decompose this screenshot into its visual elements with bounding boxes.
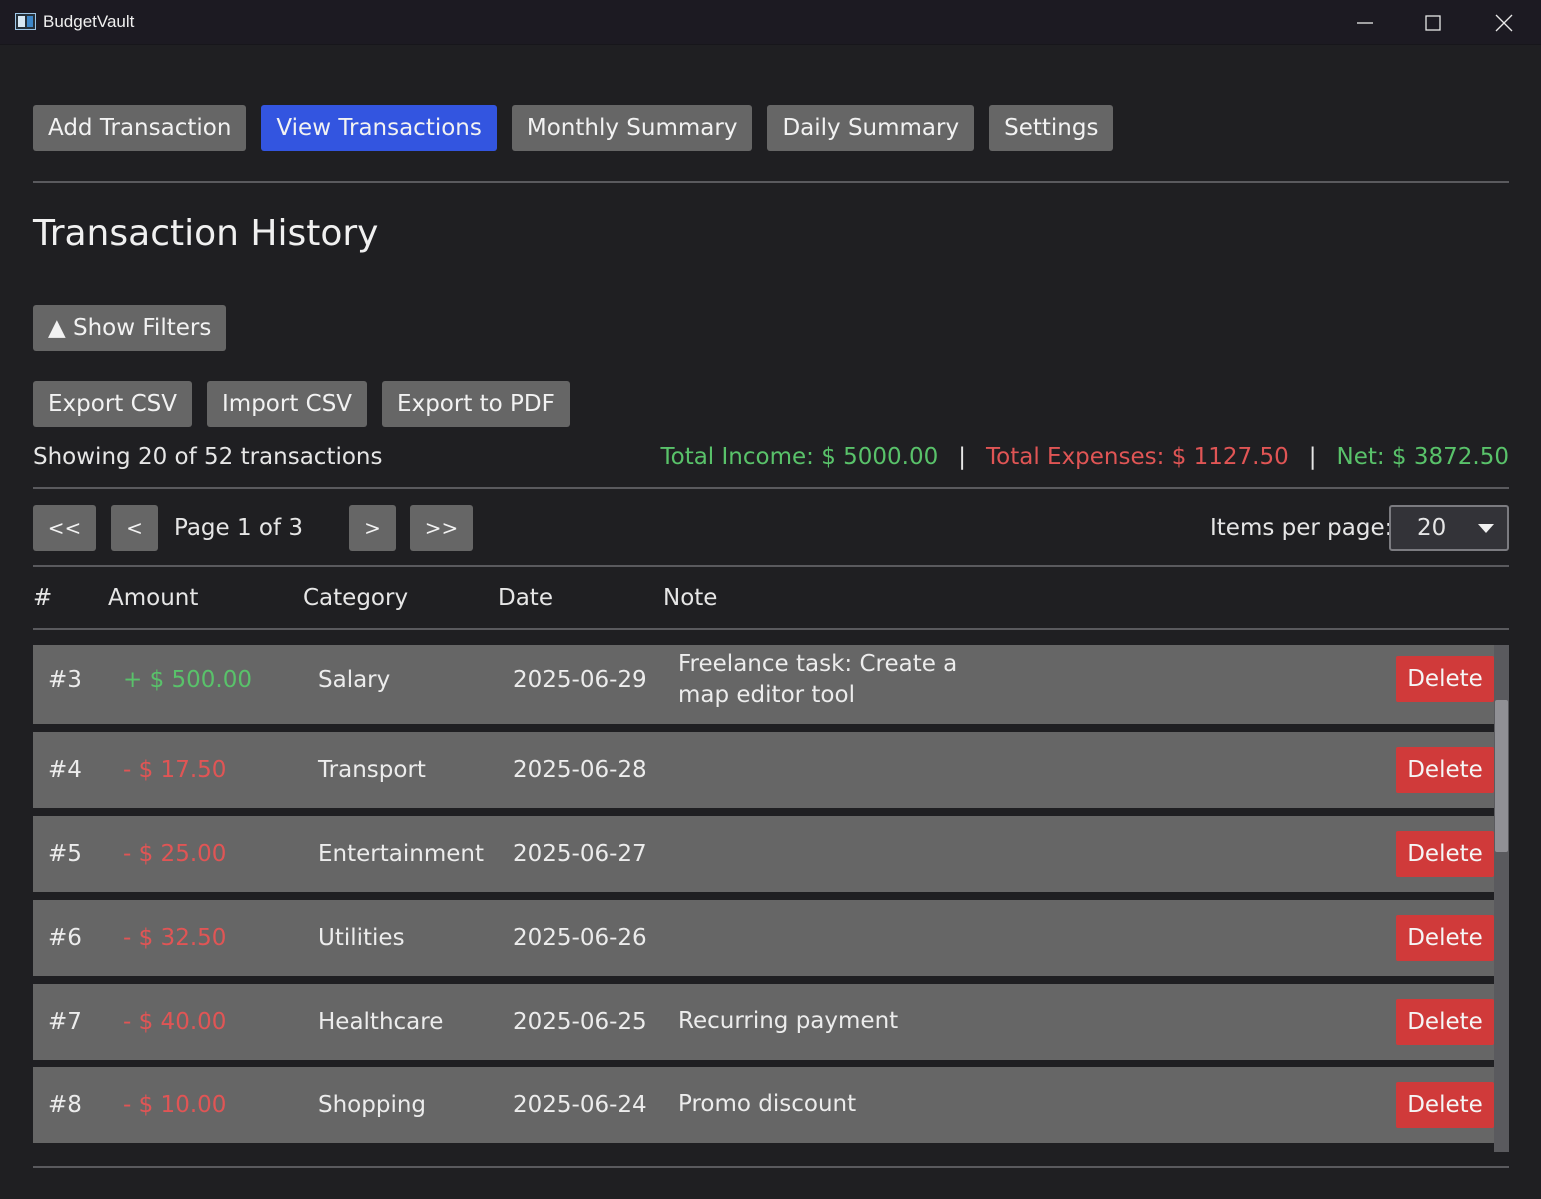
nav-settings-button[interactable]: Settings — [989, 105, 1114, 151]
nav-monthly-summary-button[interactable]: Monthly Summary — [511, 105, 753, 151]
separator: | — [1308, 444, 1317, 470]
row-category: Transport — [318, 757, 426, 783]
column-header-note: Note — [663, 585, 718, 611]
chevron-down-icon — [1478, 524, 1494, 533]
pagination: << < Page 1 of 3 > >> — [33, 505, 474, 551]
total-income: Total Income: $ 5000.00 — [660, 444, 939, 470]
close-icon — [1495, 14, 1513, 32]
totals-summary: Total Income: $ 5000.00 | Total Expenses… — [660, 444, 1509, 470]
table-header: # Amount Category Date Note — [33, 585, 1509, 615]
row-amount: - $ 25.00 — [123, 841, 227, 867]
title-bar: BudgetVault — [0, 0, 1541, 45]
delete-button[interactable]: Delete — [1396, 1082, 1494, 1128]
row-date: 2025-06-28 — [513, 757, 647, 783]
row-amount: - $ 17.50 — [123, 757, 227, 783]
row-amount: - $ 32.50 — [123, 925, 227, 951]
window-title: BudgetVault — [43, 12, 135, 31]
table-row: #6 - $ 32.50 Utilities 2025-06-26 Delete — [33, 900, 1494, 976]
delete-button[interactable]: Delete — [1396, 747, 1494, 793]
row-category: Utilities — [318, 925, 405, 951]
items-per-page-label: Items per page: — [1210, 515, 1393, 541]
net-total: Net: $ 3872.50 — [1336, 444, 1510, 470]
row-note: Promo discount — [678, 1091, 857, 1117]
row-number: #8 — [48, 1092, 82, 1118]
row-date: 2025-06-25 — [513, 1009, 647, 1035]
scrollbar-thumb[interactable] — [1495, 700, 1508, 852]
separator: | — [958, 444, 967, 470]
delete-button[interactable]: Delete — [1396, 915, 1494, 961]
row-category: Salary — [318, 667, 391, 693]
next-page-button[interactable]: > — [349, 505, 397, 551]
row-date: 2025-06-27 — [513, 841, 647, 867]
minimize-button[interactable] — [1330, 0, 1400, 45]
last-page-button[interactable]: >> — [410, 505, 474, 551]
prev-page-button[interactable]: < — [111, 505, 158, 551]
row-category: Shopping — [318, 1092, 427, 1118]
table-row: #4 - $ 17.50 Transport 2025-06-28 Delete — [33, 732, 1494, 808]
row-note: Freelance task: Create a map editor tool — [678, 651, 958, 708]
items-per-page-value: 20 — [1417, 515, 1447, 541]
maximize-icon — [1425, 15, 1441, 31]
row-number: #5 — [48, 841, 82, 867]
items-per-page-select[interactable]: 20 — [1389, 505, 1509, 551]
first-page-button[interactable]: << — [33, 505, 96, 551]
nav-daily-summary-button[interactable]: Daily Summary — [767, 105, 975, 151]
page-indicator: Page 1 of 3 — [174, 515, 304, 541]
pager-divider — [33, 565, 1509, 567]
row-date: 2025-06-29 — [513, 667, 647, 693]
summary-divider — [33, 487, 1509, 489]
row-amount: - $ 10.00 — [123, 1092, 227, 1118]
import-csv-button[interactable]: Import CSV — [207, 381, 368, 427]
row-date: 2025-06-24 — [513, 1092, 647, 1118]
header-divider — [33, 628, 1509, 630]
table-row: #8 - $ 10.00 Shopping 2025-06-24 Promo d… — [33, 1067, 1494, 1143]
row-amount: + $ 500.00 — [123, 667, 253, 693]
row-amount: - $ 40.00 — [123, 1009, 227, 1035]
delete-button[interactable]: Delete — [1396, 831, 1494, 877]
export-csv-button[interactable]: Export CSV — [33, 381, 192, 427]
row-date: 2025-06-26 — [513, 925, 647, 951]
table-row: #3 + $ 500.00 Salary 2025-06-29 Freelanc… — [33, 645, 1494, 724]
row-number: #7 — [48, 1009, 82, 1035]
app-window-icon — [15, 13, 36, 30]
column-header-amount: Amount — [108, 585, 199, 611]
scrollbar[interactable] — [1494, 645, 1509, 1152]
row-category: Healthcare — [318, 1009, 444, 1035]
export-pdf-button[interactable]: Export to PDF — [382, 381, 570, 427]
row-number: #6 — [48, 925, 82, 951]
minimize-icon — [1357, 22, 1373, 24]
nav-add-transaction-button[interactable]: Add Transaction — [33, 105, 247, 151]
column-header-num: # — [33, 585, 53, 611]
action-buttons: Export CSV Import CSV Export to PDF — [33, 381, 570, 427]
row-number: #4 — [48, 757, 82, 783]
row-number: #3 — [48, 667, 82, 693]
nav-divider — [33, 181, 1509, 183]
table-row: #5 - $ 25.00 Entertainment 2025-06-27 De… — [33, 816, 1494, 892]
delete-button[interactable]: Delete — [1396, 656, 1494, 702]
footer-divider — [33, 1166, 1509, 1168]
nav-view-transactions-button[interactable]: View Transactions — [261, 105, 497, 151]
page-title: Transaction History — [33, 213, 379, 254]
total-expenses: Total Expenses: $ 1127.50 — [986, 444, 1289, 470]
main-nav: Add Transaction View Transactions Monthl… — [33, 105, 1114, 151]
column-header-date: Date — [498, 585, 553, 611]
showing-count: Showing 20 of 52 transactions — [33, 444, 383, 470]
transaction-list: #3 + $ 500.00 Salary 2025-06-29 Freelanc… — [33, 645, 1509, 1152]
maximize-button[interactable] — [1398, 0, 1468, 45]
show-filters-button[interactable]: ▲ Show Filters — [33, 305, 227, 351]
column-header-category: Category — [303, 585, 409, 611]
table-row: #7 - $ 40.00 Healthcare 2025-06-25 Recur… — [33, 984, 1494, 1060]
row-category: Entertainment — [318, 841, 484, 867]
row-note: Recurring payment — [678, 1008, 899, 1034]
close-button[interactable] — [1469, 0, 1539, 45]
delete-button[interactable]: Delete — [1396, 999, 1494, 1045]
